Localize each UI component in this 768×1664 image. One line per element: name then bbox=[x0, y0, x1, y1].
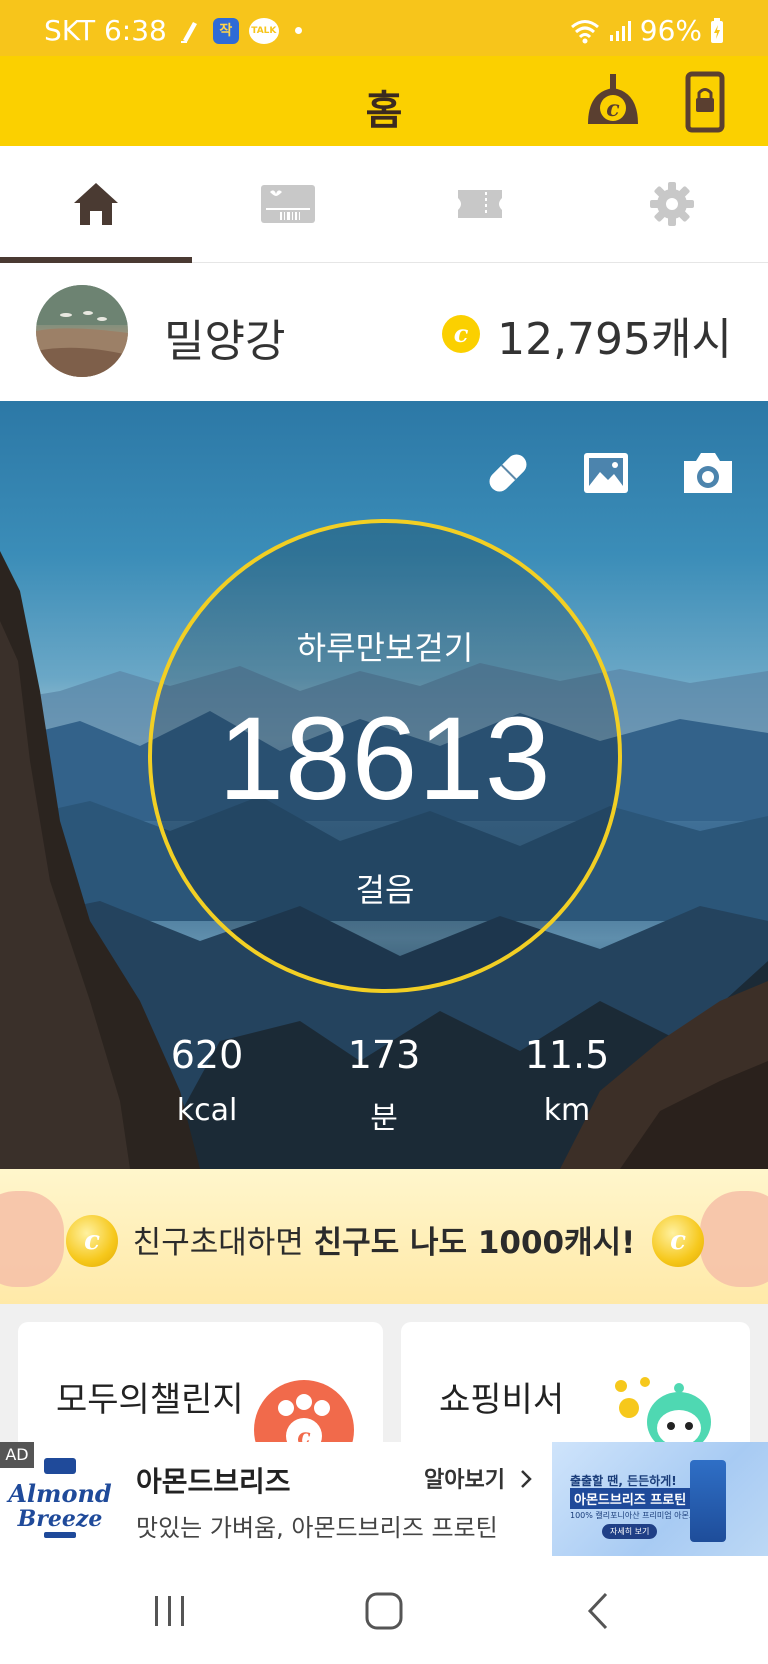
ad-image-button: 자세히 보기 bbox=[602, 1524, 658, 1539]
shopping-card[interactable]: 쇼핑비서 쇼핑하면 bbox=[401, 1322, 750, 1462]
status-left: SKT 6:38 작 TALK bbox=[44, 14, 302, 47]
image-icon bbox=[584, 453, 628, 493]
home-icon bbox=[74, 183, 118, 225]
cash-coin-icon: c bbox=[442, 315, 480, 353]
stat-unit: km bbox=[543, 1093, 591, 1128]
app-notification-icon: 작 bbox=[212, 17, 239, 44]
status-bar: SKT 6:38 작 TALK 96% bbox=[0, 0, 768, 56]
home-nav-button[interactable] bbox=[354, 1586, 414, 1636]
recent-apps-button[interactable] bbox=[140, 1586, 200, 1636]
ad-more-label: 알아보기 bbox=[424, 1468, 505, 1493]
stat-calories: 620 kcal bbox=[137, 1033, 277, 1128]
svg-text:Almond: Almond bbox=[6, 1479, 112, 1508]
kakaotalk-notification-icon: TALK bbox=[248, 17, 279, 44]
signal-icon bbox=[609, 20, 631, 41]
ad-image-line1: 출출할 땐, 든든하게! bbox=[570, 1474, 677, 1488]
step-goal-title: 하루만보걷기 bbox=[296, 629, 474, 667]
ad-image-line2: 아몬드브리즈 프로틴 bbox=[570, 1488, 691, 1509]
svg-text:c: c bbox=[606, 96, 620, 122]
gear-icon bbox=[650, 182, 694, 226]
card-title: 모두의챌린지 bbox=[56, 1380, 244, 1420]
tab-settings[interactable] bbox=[576, 146, 768, 262]
tab-home[interactable] bbox=[0, 146, 192, 262]
gift-card-icon bbox=[261, 185, 315, 223]
back-button[interactable] bbox=[570, 1586, 630, 1636]
stat-distance: 11.5 km bbox=[497, 1033, 637, 1128]
system-nav-bar bbox=[0, 1556, 768, 1664]
cash-balance[interactable]: 12,795캐시 bbox=[497, 303, 732, 367]
step-count: 18613 bbox=[218, 693, 552, 825]
almond-breeze-logo: Almond Breeze bbox=[6, 1458, 112, 1538]
home-square-icon bbox=[365, 1592, 403, 1630]
avatar[interactable] bbox=[36, 285, 128, 377]
ad-image[interactable]: 출출할 땐, 든든하게! 아몬드브리즈 프로틴 100% 캘리포니아산 프리미엄… bbox=[552, 1442, 768, 1556]
invite-text-normal: 친구초대하면 bbox=[132, 1225, 314, 1261]
card-title: 쇼핑비서 bbox=[439, 1380, 565, 1420]
back-chevron-icon bbox=[587, 1592, 608, 1630]
invite-text-bold: 친구도 나도 1000캐시! bbox=[313, 1225, 636, 1261]
pill-button[interactable] bbox=[482, 447, 534, 499]
lock-screen-button[interactable] bbox=[672, 68, 738, 134]
page-title: 홈 bbox=[365, 88, 403, 134]
stat-minutes: 173 분 bbox=[314, 1033, 454, 1137]
chevron-right-icon bbox=[520, 1470, 532, 1488]
tab-gift[interactable] bbox=[192, 146, 384, 262]
stat-value: 11.5 bbox=[524, 1033, 610, 1077]
stat-value: 620 bbox=[170, 1033, 244, 1077]
wifi-icon bbox=[570, 19, 599, 43]
step-counter-panel: 하루만보걷기 18613 걸음 620 kcal 173 분 11.5 km bbox=[0, 401, 768, 1169]
ad-description: 맛있는 가벼움, 아몬드브리즈 프로틴 bbox=[136, 1514, 498, 1542]
invite-text: 친구초대하면 친구도 나도 1000캐시! bbox=[0, 1217, 768, 1262]
product-carton-image bbox=[690, 1460, 726, 1542]
more-notifications-dot-icon bbox=[294, 27, 302, 34]
pill-icon bbox=[489, 454, 527, 492]
stat-value: 173 bbox=[347, 1033, 421, 1077]
camera-button[interactable] bbox=[680, 447, 732, 499]
challenge-card[interactable]: 모두의챌린지 챌린지 도전하고 c bbox=[18, 1322, 383, 1462]
pen-notification-icon bbox=[177, 18, 203, 44]
stat-unit: kcal bbox=[176, 1093, 238, 1128]
profile-name: 밀양강 bbox=[164, 316, 286, 367]
phone-lock-icon bbox=[685, 71, 725, 133]
status-right: 96% bbox=[570, 14, 724, 47]
battery-percent: 96% bbox=[639, 14, 702, 47]
app-header: 홈 c bbox=[0, 56, 768, 146]
ad-learn-more-button[interactable]: 알아보기 bbox=[424, 1462, 533, 1494]
cash-house-icon: c bbox=[588, 74, 638, 124]
svg-text:Breeze: Breeze bbox=[17, 1506, 103, 1532]
cash-shop-button[interactable]: c bbox=[580, 68, 646, 134]
ticket-icon bbox=[458, 190, 502, 218]
tab-ticket[interactable] bbox=[384, 146, 576, 262]
gallery-button[interactable] bbox=[580, 447, 632, 499]
stat-unit: 분 bbox=[370, 1101, 398, 1136]
feature-cards: 모두의챌린지 챌린지 도전하고 c 쇼핑비서 쇼핑하면 bbox=[0, 1304, 768, 1462]
ad-banner[interactable]: AD Almond Breeze 아몬드브리즈 알아보기 맛있는 가벼움, 아몬… bbox=[0, 1442, 768, 1556]
carrier-time: SKT 6:38 bbox=[44, 14, 167, 47]
profile-row: 밀양강 c 12,795캐시 bbox=[0, 263, 768, 401]
recent-apps-icon bbox=[155, 1596, 184, 1626]
ad-image-line3: 100% 캘리포니아산 프리미엄 아몬드 bbox=[570, 1511, 697, 1520]
camera-icon bbox=[684, 453, 732, 493]
tab-bar bbox=[0, 146, 768, 263]
ad-title: 아몬드브리즈 bbox=[136, 1465, 291, 1498]
invite-friends-banner[interactable]: c c 친구초대하면 친구도 나도 1000캐시! bbox=[0, 1169, 768, 1304]
step-unit: 걸음 bbox=[355, 871, 415, 909]
battery-charging-icon bbox=[711, 17, 723, 43]
